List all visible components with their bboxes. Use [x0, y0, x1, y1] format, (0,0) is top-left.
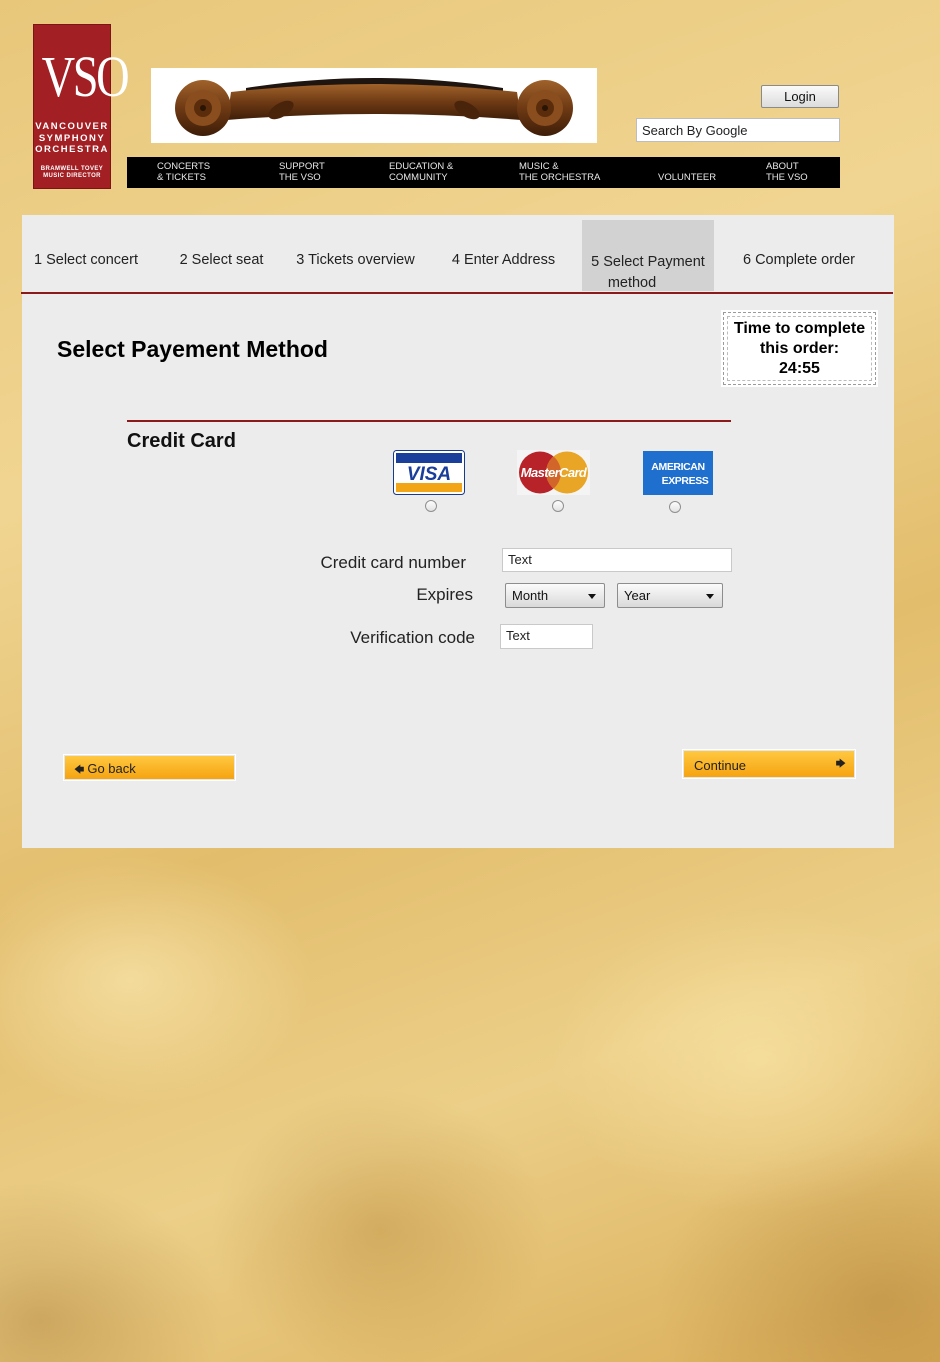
step-label: 2 Select seat — [179, 252, 264, 268]
chevron-down-icon — [706, 594, 714, 599]
nav-label-line1: Music & — [519, 161, 559, 172]
logo-line-1: VANCOUVER — [35, 121, 109, 132]
step-select-payment[interactable]: 5 Select Payment method — [582, 220, 714, 291]
step-select-seat[interactable]: 2 Select seat — [174, 252, 269, 268]
step-label: 1 Select concert — [34, 252, 138, 268]
continue-label: Continue — [694, 758, 747, 773]
login-button[interactable]: Login — [761, 85, 839, 108]
visa-radio[interactable] — [425, 500, 437, 512]
logo-director-name: BRAMWELL TOVEY — [40, 165, 104, 172]
nav-label-line2: The VSO — [279, 171, 321, 183]
continue-button[interactable]: Continue 🡆 — [683, 750, 855, 778]
visa-text: VISA — [407, 464, 451, 485]
logo-director: BRAMWELL TOVEY MUSIC DIRECTOR — [34, 166, 110, 180]
credit-card-heading: Credit Card — [127, 430, 236, 452]
step-label: 5 Select Payment — [591, 254, 705, 270]
expiry-year-select[interactable]: Year — [617, 583, 723, 608]
nav-label-line2: The VSO — [766, 171, 808, 183]
chevron-down-icon — [588, 594, 596, 599]
visa-logo-graphic: VISA — [393, 450, 465, 495]
step-label: 6 Complete order — [742, 252, 856, 268]
step-label-line2: method — [607, 275, 657, 291]
nav-education-community[interactable]: Education & Community — [389, 161, 454, 183]
mastercard-text: MasterCard — [521, 465, 588, 480]
expiry-year-value: Year — [624, 588, 651, 603]
go-back-button[interactable]: 🡄 Go back — [64, 755, 235, 780]
nav-label-line2: The Orchestra — [519, 171, 601, 183]
step-enter-address[interactable]: 4 Enter Address — [447, 252, 560, 268]
amex-text-line1: AMERICAN — [651, 461, 704, 473]
vso-logo[interactable]: VSO VANCOUVER SYMPHONY ORCHESTRA BRAMWEL… — [33, 24, 130, 189]
logo-director-title: MUSIC DIRECTOR — [43, 172, 101, 179]
mastercard-radio[interactable] — [552, 500, 564, 512]
steps-divider — [21, 292, 893, 294]
step-label: 3 Tickets overview — [296, 252, 415, 268]
nav-label-line1: About — [766, 161, 799, 172]
amex-logo[interactable]: AMERICAN EXPRESS — [643, 451, 713, 495]
amex-logo-graphic: AMERICAN EXPRESS — [643, 451, 713, 495]
arrow-left-icon: 🡄 — [74, 765, 85, 776]
nav-label-line2: Community — [389, 171, 448, 183]
nav-label-line1: Concerts — [157, 161, 211, 172]
section-divider — [127, 420, 731, 422]
mastercard-logo[interactable]: MasterCard — [517, 450, 590, 495]
step-select-concert[interactable]: 1 Select concert — [30, 252, 142, 268]
card-number-label: Credit card number — [320, 553, 466, 572]
logo-name: VANCOUVER SYMPHONY ORCHESTRA — [34, 121, 110, 156]
logo-line-3: ORCHESTRA — [35, 144, 109, 155]
violin-scroll-banner — [151, 68, 597, 143]
timer-border — [727, 316, 872, 381]
nav-label-line2: Volunteer — [658, 171, 717, 183]
visa-logo[interactable]: VISA — [393, 450, 465, 495]
nav-concerts-tickets[interactable]: Concerts & Tickets — [157, 161, 211, 183]
nav-music-orchestra[interactable]: Music & The Orchestra — [519, 161, 601, 183]
nav-about-vso[interactable]: About The VSO — [766, 161, 808, 183]
nav-label-line1: Support — [279, 161, 325, 172]
step-complete-order[interactable]: 6 Complete order — [738, 252, 860, 268]
step-label: 4 Enter Address — [451, 252, 556, 268]
expiry-month-value: Month — [512, 588, 549, 603]
logo-line-2: SYMPHONY — [38, 132, 106, 144]
main-nav: Concerts & Tickets Support The VSO Educa… — [127, 157, 840, 188]
nav-label-line2: & Tickets — [157, 171, 206, 183]
nav-label-line1: Education & — [389, 161, 454, 172]
go-back-label: Go back — [87, 761, 136, 776]
nav-volunteer[interactable]: Volunteer — [658, 162, 716, 183]
expires-label: Expires — [416, 585, 473, 604]
logo-wordmark: VSO — [41, 44, 130, 109]
card-number-input[interactable]: Text — [502, 548, 732, 572]
amex-text-line2: EXPRESS — [662, 475, 709, 487]
verification-input[interactable]: Text — [500, 624, 593, 649]
verification-label: Verification code — [350, 628, 475, 647]
amex-radio[interactable] — [669, 501, 681, 513]
expiry-month-select[interactable]: Month — [505, 583, 605, 608]
arrow-right-icon: 🡆 — [835, 759, 846, 770]
mastercard-logo-graphic: MasterCard — [517, 450, 590, 495]
nav-support-vso[interactable]: Support The VSO — [279, 161, 325, 183]
step-tickets-overview[interactable]: 3 Tickets overview — [292, 252, 419, 268]
search-input[interactable]: Search By Google — [636, 118, 840, 142]
violin-scroll-image — [175, 78, 573, 136]
order-timer: Time to complete this order: 24:55 — [721, 310, 878, 387]
page-title: Select Payement Method — [57, 336, 328, 362]
